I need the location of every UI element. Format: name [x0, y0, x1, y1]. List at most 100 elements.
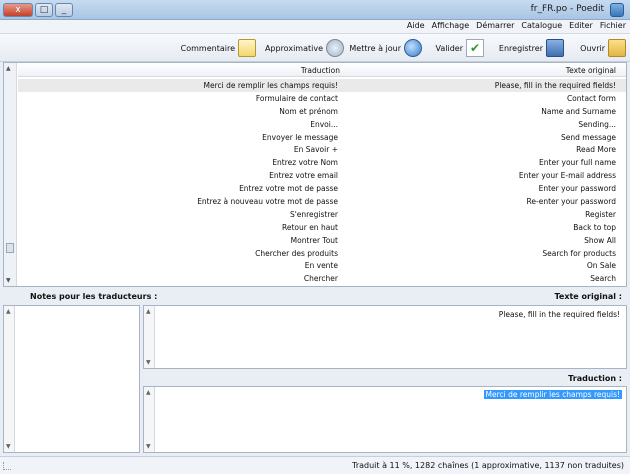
update-button[interactable]: Mettre à jour	[344, 38, 422, 58]
folder-open-icon	[608, 39, 626, 57]
scroll-up-icon[interactable]: ▲	[146, 308, 151, 315]
save-label: Enregistrer	[498, 43, 543, 53]
row-translation: En vente	[304, 261, 338, 271]
table-row[interactable]: Send message Envoyer le message	[18, 131, 626, 144]
comment-label: Commentaire	[180, 43, 235, 53]
poedit-app-icon	[610, 3, 624, 17]
window-title: fr_FR.po - Poedit	[530, 4, 604, 14]
table-row[interactable]: Contact form Formulaire de contact	[18, 92, 626, 105]
row-source: Contact form	[566, 93, 616, 103]
row-source: Show All	[584, 235, 616, 245]
table-row[interactable]: Sending... Envoi...	[18, 118, 626, 131]
comment-button[interactable]: Commentaire	[164, 38, 256, 58]
validate-label: Valider	[435, 43, 464, 53]
translation-text-value[interactable]: Merci de remplir les champs requis!	[483, 390, 622, 399]
menu-fichier[interactable]: Fichier	[600, 21, 626, 30]
table-row[interactable]: Enter your E-mail address Entrez votre em…	[18, 169, 626, 182]
row-source: Back to top	[573, 222, 616, 232]
scroll-up-icon[interactable]: ▲	[6, 65, 11, 72]
table-row[interactable]: Read More En Savoir +	[18, 143, 626, 156]
row-translation: Entrez à nouveau votre mot de passe	[197, 197, 338, 207]
notes-textarea[interactable]: ▲ ▼	[3, 305, 140, 453]
close-button[interactable]: x	[3, 3, 33, 17]
row-translation: En Savoir +	[293, 145, 338, 155]
row-source: Enter your E-mail address	[518, 171, 616, 181]
original-scrollbar[interactable]: ▲ ▼	[144, 306, 155, 368]
row-translation: Retour en haut	[281, 222, 338, 232]
strings-list[interactable]: ▲ ▼ Texte original Traduction Please, fi…	[3, 62, 627, 287]
row-source: Send message	[561, 132, 616, 142]
column-header-source[interactable]: Texte original	[566, 66, 616, 75]
row-source: Search	[590, 274, 616, 284]
row-translation: Merci de remplir les champs requis!	[203, 81, 338, 90]
notes-label: Notes pour les traducteurs :	[30, 292, 158, 301]
row-translation: Chercher	[303, 274, 338, 284]
table-row[interactable]: Search Chercher	[18, 272, 626, 285]
row-source: Re-enter your password	[526, 197, 616, 207]
original-text-value: Please, fill in the required fields!	[498, 310, 620, 319]
table-row[interactable]: Enter your password Entrez votre mot de p…	[18, 182, 626, 195]
table-row[interactable]: Search for products Chercher des produits	[18, 247, 626, 260]
menu-aide[interactable]: Aide	[407, 21, 425, 30]
row-source: Search for products	[542, 248, 616, 258]
row-translation: Entrez votre Nom	[272, 158, 338, 168]
translation-textarea[interactable]: ▲ ▼ Merci de remplir les champs requis!	[143, 386, 627, 453]
original-text-area[interactable]: ▲ ▼ Please, fill in the required fields!	[143, 305, 627, 369]
row-source: Enter your full name	[539, 158, 616, 168]
scroll-down-icon[interactable]: ▼	[146, 359, 151, 366]
table-row[interactable]: Enter your full name Entrez votre Nom	[18, 156, 626, 169]
row-translation: Formulaire de contact	[255, 93, 338, 103]
table-row[interactable]: Register S'enregistrer	[18, 208, 626, 221]
status-bar: Traduit à 11 %, 1282 chaînes (1 approxim…	[0, 456, 630, 474]
row-source: Please, fill in the required fields!	[494, 81, 616, 90]
maximize-button[interactable]: □	[35, 3, 53, 17]
table-row[interactable]: Name and Surname Nom et prénom	[18, 105, 626, 118]
original-text-label: Texte original :	[554, 292, 623, 301]
open-label: Ouvrir	[580, 43, 605, 53]
open-button[interactable]: Ouvrir	[566, 38, 626, 58]
row-translation: S'enregistrer	[289, 209, 338, 219]
row-source: Register	[585, 209, 616, 219]
row-translation: Entrez votre email	[269, 171, 338, 181]
globe-update-icon	[404, 39, 422, 57]
menu-bar: Fichier Editer Catalogue Démarrer Affich…	[0, 20, 630, 34]
table-row[interactable]: Please, fill in the required fields! Merc…	[18, 79, 626, 92]
menu-editer[interactable]: Editer	[569, 21, 593, 30]
resize-grip-icon[interactable]	[3, 462, 11, 470]
list-header: Texte original Traduction	[18, 63, 626, 77]
menu-demarrer[interactable]: Démarrer	[476, 21, 514, 30]
translation-scrollbar[interactable]: ▲ ▼	[144, 387, 155, 452]
row-source: Sending...	[578, 119, 616, 129]
menu-catalogue[interactable]: Catalogue	[521, 21, 562, 30]
table-row[interactable]: On Sale En vente	[18, 259, 626, 272]
row-translation: Nom et prénom	[279, 106, 338, 116]
row-source: Read More	[576, 145, 616, 155]
scroll-down-icon[interactable]: ▼	[146, 443, 151, 450]
approx-button[interactable]: Approximative	[256, 38, 344, 58]
row-translation: Chercher des produits	[255, 248, 338, 258]
row-translation: Envoyer le message	[262, 132, 338, 142]
minimize-button[interactable]: _	[55, 3, 73, 17]
table-row[interactable]: Re-enter your password Entrez à nouveau v…	[18, 195, 626, 208]
validate-button[interactable]: Valider	[424, 38, 484, 58]
column-header-translation[interactable]: Traduction	[301, 66, 340, 75]
table-row[interactable]: Show All Montrer Tout	[18, 234, 626, 247]
row-translation: Entrez votre mot de passe	[239, 184, 338, 194]
list-rows: Please, fill in the required fields! Merc…	[18, 79, 626, 285]
table-row[interactable]: Back to top Retour en haut	[18, 221, 626, 234]
row-source: Name and Surname	[541, 106, 616, 116]
scroll-up-icon[interactable]: ▲	[6, 308, 11, 315]
save-button[interactable]: Enregistrer	[484, 38, 564, 58]
menu-affichage[interactable]: Affichage	[432, 21, 470, 30]
scroll-up-icon[interactable]: ▲	[146, 389, 151, 396]
title-bar: x □ _ fr_FR.po - Poedit	[0, 0, 630, 20]
scroll-down-icon[interactable]: ▼	[6, 277, 11, 284]
translation-label: Traduction :	[568, 374, 622, 383]
update-label: Mettre à jour	[349, 43, 401, 53]
scroll-thumb[interactable]	[6, 243, 14, 253]
status-text: Traduit à 11 %, 1282 chaînes (1 approxim…	[352, 461, 624, 470]
scroll-down-icon[interactable]: ▼	[6, 443, 11, 450]
save-icon	[546, 39, 564, 57]
notes-scrollbar[interactable]: ▲ ▼	[4, 306, 15, 452]
list-scrollbar[interactable]: ▲ ▼	[4, 63, 17, 286]
